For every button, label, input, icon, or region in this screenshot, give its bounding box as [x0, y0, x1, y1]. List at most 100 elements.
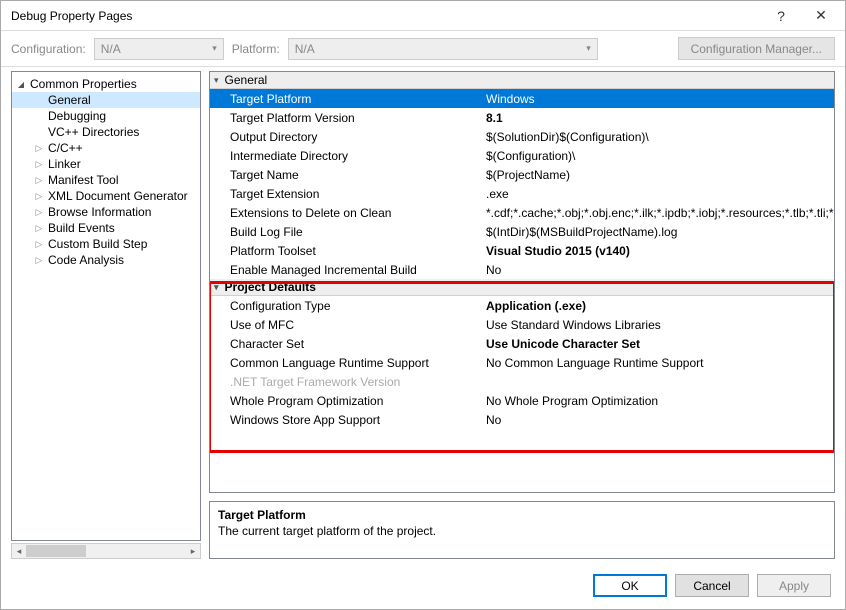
property-value[interactable]: No Common Language Runtime Support [480, 356, 834, 370]
section-general[interactable]: ▾ General [210, 72, 834, 89]
expand-icon[interactable] [34, 143, 44, 154]
property-row[interactable]: Configuration TypeApplication (.exe) [210, 296, 834, 315]
section-project-defaults[interactable]: ▾ Project Defaults [210, 279, 834, 296]
property-value[interactable]: No [480, 413, 834, 427]
property-value[interactable]: $(ProjectName) [480, 168, 834, 182]
tree-item-label: VC++ Directories [48, 125, 139, 139]
tree-item[interactable]: Browse Information [12, 204, 200, 220]
scroll-right-icon[interactable]: ▸ [186, 544, 200, 558]
tree-item[interactable]: C/C++ [12, 140, 200, 156]
expand-icon[interactable] [34, 207, 44, 218]
tree-item[interactable]: Build Events [12, 220, 200, 236]
property-value[interactable]: Windows [480, 92, 834, 106]
property-name: .NET Target Framework Version [210, 375, 480, 389]
tree-root[interactable]: Common Properties [12, 76, 200, 92]
platform-label: Platform: [232, 42, 280, 56]
configuration-manager-button[interactable]: Configuration Manager... [678, 37, 835, 60]
tree-item-label: Code Analysis [48, 253, 124, 267]
tree-item-label: General [48, 93, 91, 107]
toolbar: Configuration: N/A▾ Platform: N/A▾ Confi… [1, 31, 845, 67]
tree-item[interactable]: Linker [12, 156, 200, 172]
property-row[interactable]: Target Extension.exe [210, 184, 834, 203]
property-row[interactable]: Enable Managed Incremental BuildNo [210, 260, 834, 279]
chevron-down-icon: ▾ [586, 43, 591, 54]
property-value[interactable]: $(SolutionDir)$(Configuration)\ [480, 130, 834, 144]
property-name: Output Directory [210, 130, 480, 144]
property-row[interactable]: Use of MFCUse Standard Windows Libraries [210, 315, 834, 334]
property-row[interactable]: Build Log File$(IntDir)$(MSBuildProjectN… [210, 222, 834, 241]
property-name: Character Set [210, 337, 480, 351]
titlebar: Debug Property Pages ? ✕ [1, 1, 845, 31]
property-row[interactable]: Target PlatformWindows [210, 89, 834, 108]
scroll-left-icon[interactable]: ◂ [12, 544, 26, 558]
expand-icon[interactable] [34, 255, 44, 266]
property-row[interactable]: Character SetUse Unicode Character Set [210, 334, 834, 353]
property-row[interactable]: .NET Target Framework Version [210, 372, 834, 391]
property-value[interactable]: No Whole Program Optimization [480, 394, 834, 408]
property-name: Configuration Type [210, 299, 480, 313]
property-row[interactable]: Extensions to Delete on Clean*.cdf;*.cac… [210, 203, 834, 222]
collapse-icon[interactable]: ▾ [214, 282, 219, 293]
expand-icon[interactable] [34, 191, 44, 202]
property-row[interactable]: Platform ToolsetVisual Studio 2015 (v140… [210, 241, 834, 260]
expand-icon[interactable] [16, 79, 26, 90]
property-row[interactable]: Target Platform Version8.1 [210, 108, 834, 127]
property-name: Enable Managed Incremental Build [210, 263, 480, 277]
scroll-thumb[interactable] [26, 545, 86, 557]
tree-item[interactable]: Custom Build Step [12, 236, 200, 252]
property-name: Common Language Runtime Support [210, 356, 480, 370]
property-value[interactable]: $(IntDir)$(MSBuildProjectName).log [480, 225, 834, 239]
description-panel: Target Platform The current target platf… [209, 501, 835, 559]
expand-icon[interactable] [34, 223, 44, 234]
property-name: Use of MFC [210, 318, 480, 332]
tree-item-label: Browse Information [48, 205, 151, 219]
property-value[interactable]: $(Configuration)\ [480, 149, 834, 163]
property-name: Target Name [210, 168, 480, 182]
tree-item-label: Linker [48, 157, 81, 171]
property-value[interactable]: 8.1 [480, 111, 834, 125]
property-name: Build Log File [210, 225, 480, 239]
property-row[interactable]: Output Directory$(SolutionDir)$(Configur… [210, 127, 834, 146]
property-value[interactable]: Use Standard Windows Libraries [480, 318, 834, 332]
property-row[interactable]: Intermediate Directory$(Configuration)\ [210, 146, 834, 165]
description-title: Target Platform [218, 508, 826, 522]
tree-item[interactable]: Manifest Tool [12, 172, 200, 188]
property-row[interactable]: Whole Program OptimizationNo Whole Progr… [210, 391, 834, 410]
configuration-label: Configuration: [11, 42, 86, 56]
tree-item-label: Debugging [48, 109, 106, 123]
property-row[interactable]: Common Language Runtime SupportNo Common… [210, 353, 834, 372]
tree-item[interactable]: General [12, 92, 200, 108]
property-value[interactable]: Use Unicode Character Set [480, 337, 834, 351]
property-name: Platform Toolset [210, 244, 480, 258]
tree-item-label: C/C++ [48, 141, 83, 155]
tree-item[interactable]: Debugging [12, 108, 200, 124]
tree-item[interactable]: Code Analysis [12, 252, 200, 268]
property-name: Intermediate Directory [210, 149, 480, 163]
help-button[interactable]: ? [761, 2, 801, 30]
expand-icon[interactable] [34, 239, 44, 250]
tree-view[interactable]: Common Properties General Debugging VC++ D… [11, 71, 201, 541]
property-grid[interactable]: ▾ General Target PlatformWindowsTarget P… [209, 71, 835, 493]
configuration-combo[interactable]: N/A▾ [94, 38, 224, 60]
property-row[interactable]: Target Name$(ProjectName) [210, 165, 834, 184]
tree-item-label: Build Events [48, 221, 115, 235]
property-value[interactable]: .exe [480, 187, 834, 201]
collapse-icon[interactable]: ▾ [214, 75, 219, 86]
tree-item[interactable]: VC++ Directories [12, 124, 200, 140]
ok-button[interactable]: OK [593, 574, 667, 597]
expand-icon[interactable] [34, 175, 44, 186]
cancel-button[interactable]: Cancel [675, 574, 749, 597]
tree-scrollbar[interactable]: ◂ ▸ [11, 543, 201, 559]
platform-combo[interactable]: N/A▾ [288, 38, 598, 60]
property-value[interactable]: Visual Studio 2015 (v140) [480, 244, 834, 258]
property-value[interactable]: *.cdf;*.cache;*.obj;*.obj.enc;*.ilk;*.ip… [480, 206, 834, 220]
expand-icon[interactable] [34, 159, 44, 170]
property-name: Target Platform [210, 92, 480, 106]
property-value[interactable]: No [480, 263, 834, 277]
property-row[interactable]: Windows Store App SupportNo [210, 410, 834, 429]
apply-button[interactable]: Apply [757, 574, 831, 597]
tree-item[interactable]: XML Document Generator [12, 188, 200, 204]
dialog-buttons: OK Cancel Apply [593, 574, 831, 597]
property-value[interactable]: Application (.exe) [480, 299, 834, 313]
close-button[interactable]: ✕ [801, 2, 841, 30]
